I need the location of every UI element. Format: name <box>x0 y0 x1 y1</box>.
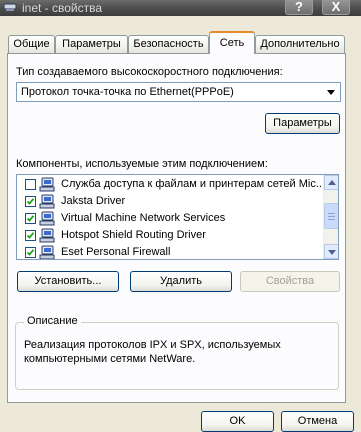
cancel-button[interactable]: Отмена <box>281 411 354 432</box>
close-button[interactable]: X <box>322 0 350 15</box>
connection-type-value: Протокол точка-точка по Ethernet(PPPoE) <box>21 86 234 98</box>
grip-icon <box>328 213 335 214</box>
network-service-icon <box>39 228 55 243</box>
network-service-icon <box>39 177 55 192</box>
checkmark-icon <box>26 198 35 205</box>
grip-icon <box>328 216 335 217</box>
list-item[interactable]: Eset Personal Firewall <box>17 244 322 259</box>
list-scrollbar[interactable] <box>323 175 338 259</box>
connection-type-label: Тип создаваемого высокоскоростного подкл… <box>16 66 283 78</box>
scroll-down-button[interactable] <box>324 244 338 259</box>
component-checkbox[interactable] <box>25 213 36 224</box>
tab-advanced[interactable]: Дополнительно <box>255 35 345 53</box>
remove-button[interactable]: Удалить <box>130 271 232 292</box>
description-text: Реализация протоколов IPX и SPX, использ… <box>24 339 281 365</box>
checkmark-icon <box>26 249 35 256</box>
list-item[interactable]: Jaksta Driver <box>17 193 322 210</box>
component-label: Hotspot Shield Routing Driver <box>61 229 206 241</box>
network-service-icon <box>39 194 55 209</box>
components-label: Компоненты, используемые этим подключени… <box>16 158 268 170</box>
checkmark-icon <box>26 215 35 222</box>
component-label: Eset Personal Firewall <box>61 246 171 258</box>
window-title: inet - свойства <box>22 1 103 15</box>
install-button[interactable]: Установить... <box>17 271 119 292</box>
chevron-down-icon[interactable] <box>327 90 335 95</box>
connection-type-select[interactable]: Протокол точка-точка по Ethernet(PPPoE) <box>16 82 341 102</box>
properties-dialog: inet - свойства ? X Общие Параметры Безо… <box>0 0 361 432</box>
network-service-icon <box>39 245 55 259</box>
network-service-icon <box>39 211 55 226</box>
chevron-down-icon <box>328 250 336 255</box>
list-item[interactable]: Virtual Machine Network Services <box>17 210 322 227</box>
component-checkbox[interactable] <box>25 247 36 258</box>
component-checkbox[interactable] <box>25 179 36 190</box>
properties-button[interactable]: Свойства <box>240 271 340 292</box>
component-label: Служба доступа к файлам и принтерам сете… <box>61 178 325 190</box>
tab-network[interactable]: Сеть <box>209 31 255 54</box>
list-item[interactable]: Hotspot Shield Routing Driver <box>17 227 322 244</box>
scroll-thumb[interactable] <box>324 203 338 229</box>
component-checkbox[interactable] <box>25 230 36 241</box>
components-list[interactable]: Служба доступа к файлам и принтерам сете… <box>16 174 339 260</box>
network-connection-icon <box>3 3 17 11</box>
chevron-up-icon <box>328 180 336 185</box>
checkmark-icon <box>26 232 35 239</box>
list-item[interactable]: Служба доступа к файлам и принтерам сете… <box>17 176 325 193</box>
tab-security[interactable]: Безопасность <box>128 35 209 53</box>
component-label: Jaksta Driver <box>61 195 126 207</box>
scroll-up-button[interactable] <box>324 175 338 190</box>
help-button[interactable]: ? <box>285 0 313 15</box>
settings-button[interactable]: Параметры <box>265 113 340 134</box>
ok-button[interactable]: OK <box>201 411 274 432</box>
component-checkbox[interactable] <box>25 196 36 207</box>
component-label: Virtual Machine Network Services <box>61 212 226 224</box>
tab-parameters[interactable]: Параметры <box>55 35 128 53</box>
title-bar[interactable]: inet - свойства ? X <box>0 0 361 16</box>
description-title: Описание <box>24 315 81 327</box>
grip-icon <box>328 219 335 220</box>
tab-general[interactable]: Общие <box>8 35 55 53</box>
